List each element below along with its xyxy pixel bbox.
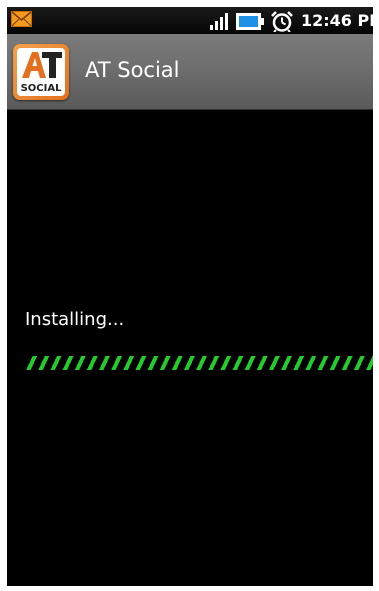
screenshot-border-bottom xyxy=(0,586,379,591)
screenshot-border-top xyxy=(0,0,379,7)
app-title-bar: SOCIAL AT Social xyxy=(7,34,373,110)
status-bar: 12:46 PM xyxy=(7,7,373,34)
alarm-icon xyxy=(271,11,293,33)
phone-screen: 12:46 PM SOCIAL AT Social Installing... xyxy=(7,7,373,586)
signal-icon xyxy=(210,13,232,30)
installing-status-text: Installing... xyxy=(25,309,125,330)
screenshot-border-left xyxy=(0,0,7,591)
app-logo-icon: SOCIAL xyxy=(13,44,69,100)
svg-text:SOCIAL: SOCIAL xyxy=(21,83,63,94)
app-title: AT Social xyxy=(85,58,180,82)
install-progress-fill xyxy=(25,356,373,370)
screenshot-border-right xyxy=(373,0,379,591)
battery-icon xyxy=(236,13,264,30)
email-icon[interactable] xyxy=(11,11,32,27)
install-progress-bar xyxy=(25,356,373,370)
status-time: 12:46 PM xyxy=(301,11,373,30)
